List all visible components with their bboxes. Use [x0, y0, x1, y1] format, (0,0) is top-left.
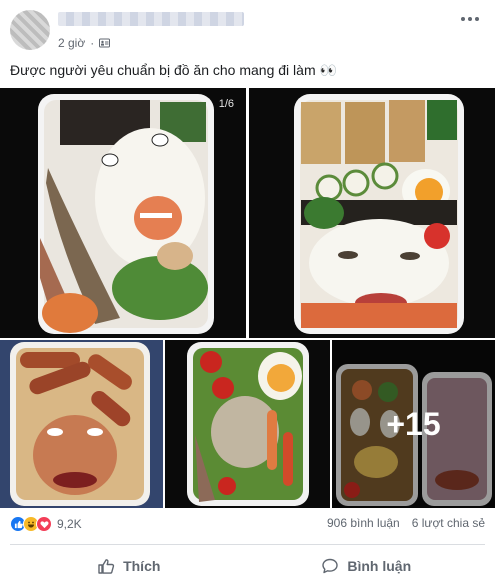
comment-count[interactable]: 906 bình luận: [327, 516, 400, 530]
photo-counter: 1/6: [218, 98, 234, 110]
engagement-counts: 906 bình luận 6 lượt chia sẻ: [327, 516, 485, 530]
photo-grid: 1/6 +15: [0, 88, 495, 508]
dot-icon: [461, 17, 465, 21]
photo-2[interactable]: [249, 88, 495, 338]
photo-5[interactable]: +15: [332, 340, 495, 508]
bento-photo-2: [294, 94, 464, 334]
bento-photo-3: [0, 340, 163, 508]
divider: [10, 544, 485, 545]
photo-1[interactable]: 1/6: [0, 88, 246, 338]
bento-photo-4: [187, 342, 309, 506]
reaction-summary[interactable]: 9,2K: [10, 516, 82, 532]
dot-icon: [475, 17, 479, 21]
facebook-post: 2 giờ · Được người yêu chuẩn bị đồ ăn ch…: [0, 0, 495, 587]
bento-photo-1: [38, 94, 214, 334]
avatar[interactable]: [10, 10, 50, 50]
photo-4[interactable]: [165, 340, 330, 508]
post-meta: 2 giờ ·: [58, 36, 111, 50]
like-label: Thích: [123, 558, 161, 574]
thumbs-up-icon: [98, 559, 115, 574]
post-time[interactable]: 2 giờ: [58, 36, 85, 50]
reaction-count: 9,2K: [57, 517, 82, 531]
comment-button[interactable]: Bình luận: [248, 550, 486, 582]
more-photos-overlay[interactable]: +15: [332, 340, 495, 508]
separator-dot: ·: [90, 36, 95, 50]
friends-icon[interactable]: [99, 38, 111, 48]
action-bar: Thích Bình luận: [10, 550, 485, 582]
post-stats: 9,2K 906 bình luận 6 lượt chia sẻ: [10, 516, 485, 534]
share-count[interactable]: 6 lượt chia sẻ: [412, 516, 485, 530]
love-icon: [36, 516, 52, 532]
post-caption: Được người yêu chuẩn bị đồ ăn cho mang đ…: [10, 62, 337, 78]
like-button[interactable]: Thích: [10, 550, 248, 582]
dot-icon: [468, 17, 472, 21]
comment-label: Bình luận: [347, 558, 412, 574]
comment-icon: [322, 558, 339, 574]
photo-3[interactable]: [0, 340, 163, 508]
author-name-blurred[interactable]: [58, 12, 244, 26]
more-options-button[interactable]: [461, 14, 481, 24]
